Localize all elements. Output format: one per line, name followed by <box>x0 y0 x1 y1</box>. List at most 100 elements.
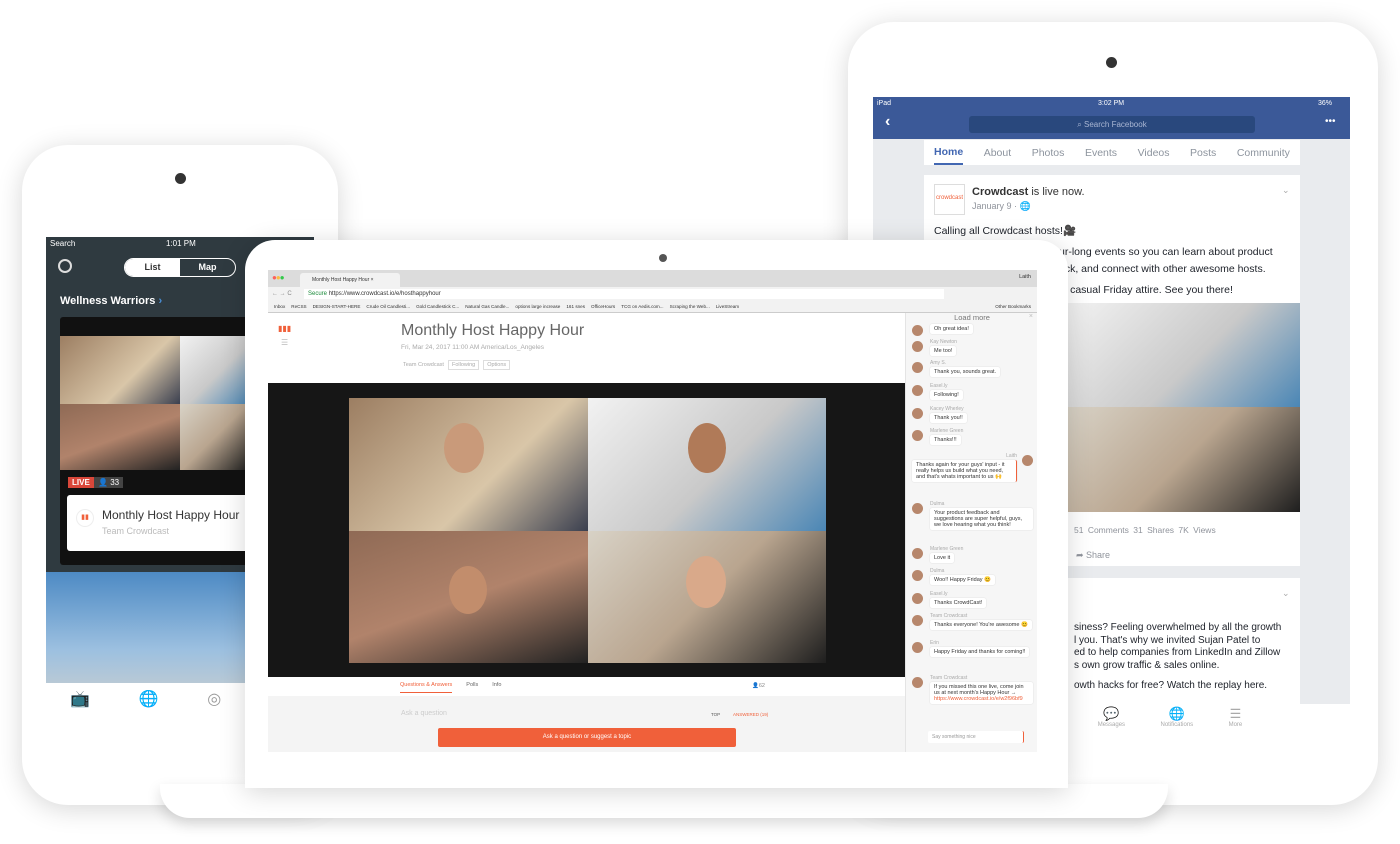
url-input[interactable]: Secure https://www.crowdcast.io/e/hostha… <box>304 289 944 299</box>
sender-name: Easel.ly <box>930 383 948 389</box>
tab-more[interactable]: ☰ More <box>1229 706 1243 738</box>
tab-community[interactable]: Community <box>1237 147 1290 159</box>
sort-top[interactable]: TOP <box>711 712 720 717</box>
nav-buttons[interactable]: ← → C <box>272 291 292 297</box>
viewer-count: 👤 33 <box>94 477 124 488</box>
bookmark[interactable]: ReCSS <box>291 304 306 309</box>
video-tile <box>349 531 588 663</box>
ask-button[interactable]: Ask a question or suggest a topic <box>438 728 736 747</box>
following-button[interactable]: Following <box>447 360 480 370</box>
video-tile <box>180 336 250 404</box>
bookmark[interactable]: DESIGN-START-HERE <box>313 304 361 309</box>
bookmark[interactable]: Scraping the Web... <box>670 304 710 309</box>
segment-map[interactable]: Map <box>180 259 235 276</box>
chat-message: Team Crowdcast Thanks everyone! You're aw… <box>912 613 1033 630</box>
section-title[interactable]: Wellness Warriors › <box>60 295 162 307</box>
tab-events[interactable]: Events <box>1085 147 1117 159</box>
avatar <box>912 677 923 688</box>
sender-name: Marlene Green <box>930 546 964 552</box>
post-stats[interactable]: 51 Comments 31 Shares 7K Views <box>1074 525 1216 535</box>
video-tile <box>60 404 180 470</box>
profile-name[interactable]: Laith <box>1019 274 1031 280</box>
post-date[interactable]: January 9 · 🌐 <box>972 201 1031 212</box>
back-label[interactable]: Search <box>50 239 75 248</box>
tab-videos[interactable]: Videos <box>1138 147 1170 159</box>
post-author: Crowdcast is live now. <box>972 186 1085 198</box>
options-button[interactable]: Options <box>483 360 511 370</box>
sender-name: Team Crowdcast <box>930 613 968 619</box>
back-icon[interactable]: ‹ <box>885 113 890 131</box>
window-controls[interactable]: ●●● <box>272 273 284 282</box>
post-photo[interactable] <box>1068 407 1300 512</box>
sender-name: Erin <box>930 640 939 646</box>
more-icon[interactable]: ••• <box>1325 116 1336 127</box>
avatar <box>912 341 923 352</box>
address-bar: ← → C Secure https://www.crowdcast.io/e/… <box>268 287 1037 301</box>
bookmark[interactable]: Crude Oil Candlesti... <box>366 304 410 309</box>
message-bubble: Thanks CrowdCast! <box>930 598 987 608</box>
record-icon[interactable]: ◎ <box>207 689 221 709</box>
chevron-down-icon[interactable]: ⌄ <box>1282 185 1290 196</box>
browser-tab-bar: ●●● Monthly Host Happy Hour × Laith <box>268 270 1037 287</box>
sender-name: Easel.ly <box>930 591 948 597</box>
share-button[interactable]: ➦ Share <box>1076 550 1110 561</box>
tab-notifications[interactable]: 🌐 Notifications <box>1160 706 1193 738</box>
tab-about[interactable]: About <box>984 147 1011 159</box>
post-photo[interactable] <box>1068 303 1300 407</box>
bookmark[interactable]: OfficeHours <box>591 304 615 309</box>
tab-qa[interactable]: Questions & Answers <box>400 682 453 693</box>
sender-name: Team Crowdcast <box>930 675 968 681</box>
bookmark[interactable]: LiveStream <box>716 304 739 309</box>
sender-name: Kacey Wherley <box>930 406 964 412</box>
host-link[interactable]: Team Crowdcast <box>403 362 444 368</box>
menu-icon[interactable]: ☰ <box>281 338 288 347</box>
load-more-link[interactable]: Load more <box>906 313 1037 322</box>
device-label: iPad <box>877 100 892 107</box>
bookmark[interactable]: options large increase <box>515 304 560 309</box>
avatar <box>912 430 923 441</box>
chat-message: Team Crowdcast If you missed this one liv… <box>912 675 1033 704</box>
list-map-toggle[interactable]: List Map <box>124 258 236 277</box>
chat-input[interactable]: Say something nice <box>928 731 1024 743</box>
event-datetime: Fri, Mar 24, 2017 11:00 AM America/Los_A… <box>401 344 544 351</box>
bookmark[interactable]: Gold Candlestick C... <box>416 304 459 309</box>
tab-photos[interactable]: Photos <box>1032 147 1065 159</box>
tab-info[interactable]: Info <box>492 682 501 693</box>
tab-messages[interactable]: 💬 Messages <box>1098 706 1125 738</box>
crowdcast-logo[interactable]: ▮▮▮ <box>278 324 291 333</box>
fb-search-input[interactable]: ⌕ Search Facebook <box>969 116 1255 133</box>
other-bookmarks[interactable]: Other Bookmarks <box>995 301 1031 313</box>
sender-name: Dulma <box>930 568 945 574</box>
avatar <box>912 408 923 419</box>
chat-message: Amy S. Thank you, sounds great. <box>912 360 1033 377</box>
message-bubble: Woo!! Happy Friday 😊 <box>930 575 995 585</box>
chevron-down-icon[interactable]: ⌄ <box>1282 588 1290 599</box>
ask-input[interactable]: Ask a question <box>401 710 447 717</box>
live-badge: LIVE <box>68 477 94 488</box>
bookmark[interactable]: TCG on Aedis.com... <box>621 304 663 309</box>
tab-home[interactable]: Home <box>934 141 964 165</box>
bookmark[interactable]: Inbox <box>274 304 285 309</box>
fb-page-tabs: Home About Photos Events Videos Posts Co… <box>924 140 1300 165</box>
message-bubble: If you missed this one live, come join u… <box>930 682 1033 704</box>
message-link[interactable]: https://www.crowdcast.io/e/w2f96bf9 <box>934 696 1023 702</box>
sort-answered[interactable]: ANSWERED (19) <box>733 712 768 717</box>
message-bubble: Thanks!!! <box>930 435 961 445</box>
close-icon[interactable]: × <box>1029 313 1033 320</box>
tv-icon[interactable]: 📺 <box>70 689 90 709</box>
chat-message: Marlene Green Thanks!!! <box>912 428 1033 445</box>
bookmark[interactable]: Natural Gas Candle... <box>465 304 509 309</box>
tab-polls[interactable]: Polls <box>466 682 478 693</box>
message-bubble: Thanks again for your guys' input - it r… <box>912 460 1017 482</box>
page-avatar[interactable]: crowdcast <box>934 184 965 215</box>
page-name[interactable]: Crowdcast <box>972 186 1028 198</box>
globe-icon[interactable]: 🌐 <box>139 689 159 709</box>
search-icon[interactable] <box>58 259 72 273</box>
tab-posts[interactable]: Posts <box>1190 147 1216 159</box>
segment-list[interactable]: List <box>125 259 180 276</box>
message-bubble: Thank you, sounds great. <box>930 367 1001 377</box>
sender-name: Laith <box>1006 453 1017 459</box>
browser-tab[interactable]: Monthly Host Happy Hour × <box>300 273 400 287</box>
fb-header: iPad 3:02 PM 36% ‹ ⌕ Search Facebook ••• <box>873 97 1350 139</box>
bookmark[interactable]: 161 snes <box>566 304 585 309</box>
